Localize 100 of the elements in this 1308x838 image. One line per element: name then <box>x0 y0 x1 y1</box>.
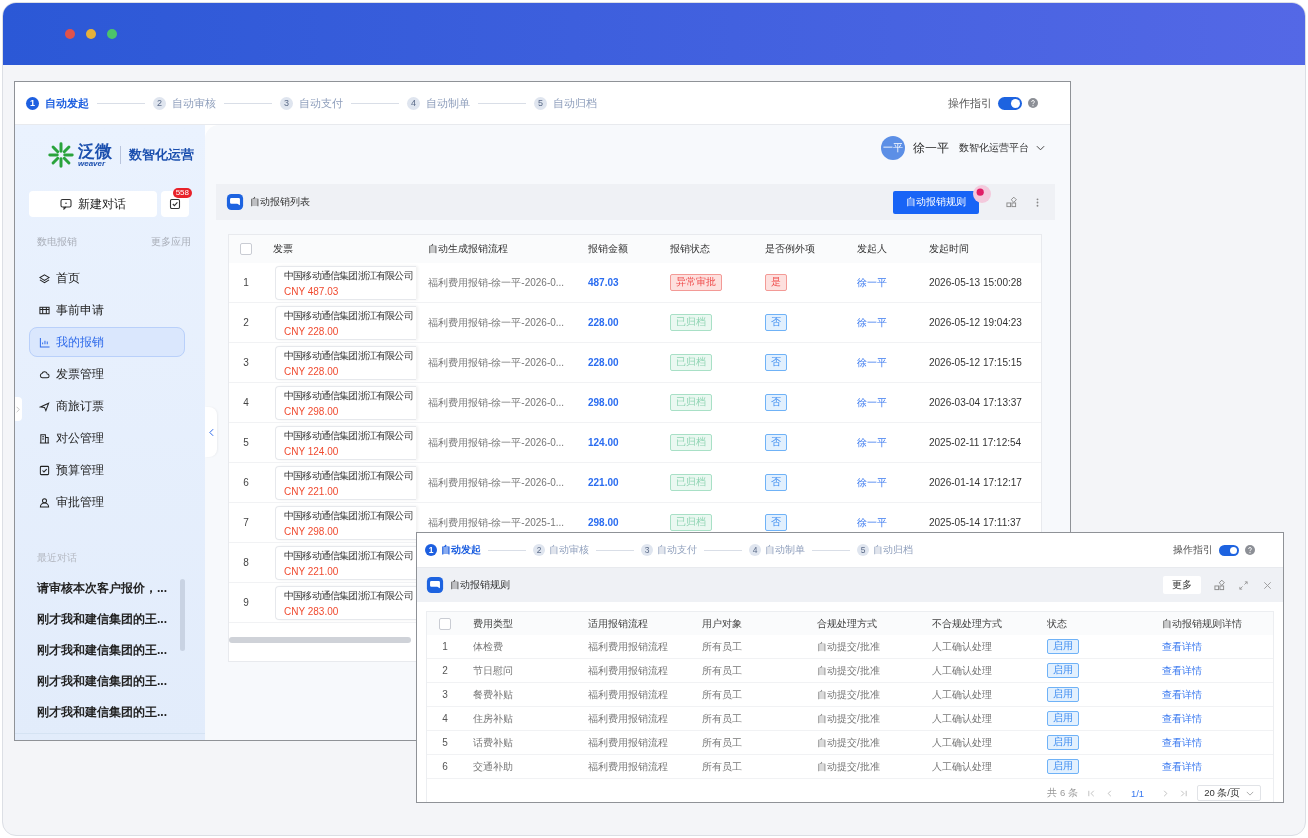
row-number: 1 <box>441 641 449 652</box>
status-tag: 已归档 <box>670 394 712 411</box>
invoice-card[interactable]: 中国移动通信集团浙江有限公司 CNY 124.00 <box>275 425 416 460</box>
expand-tab[interactable] <box>15 397 22 421</box>
invoice-card[interactable]: 中国移动通信集团浙江有限公司 CNY 298.00 <box>275 505 416 540</box>
guide-toggle[interactable] <box>998 96 1022 110</box>
previous-page-icon[interactable] <box>1104 788 1114 798</box>
step-item[interactable]: 1 自动发起 <box>425 543 481 557</box>
detail-link[interactable]: 查看详情 <box>1152 639 1272 654</box>
detail-link[interactable]: 查看详情 <box>1152 687 1272 702</box>
scrollbar[interactable] <box>229 637 411 643</box>
initiator-link[interactable]: 徐一平 <box>857 516 887 528</box>
row-number: 2 <box>242 317 250 328</box>
person-icon <box>39 496 50 508</box>
invoice-card[interactable]: 中国移动通信集团浙江有限公司 CNY 298.00 <box>275 385 416 420</box>
collapse-tab[interactable] <box>205 407 217 457</box>
rules-button[interactable]: 自动报销规则 <box>893 190 979 214</box>
nav-item[interactable]: 发票管理 <box>29 359 185 389</box>
guide-toggle[interactable] <box>1219 544 1239 556</box>
close-icon[interactable] <box>1262 579 1273 591</box>
step-item[interactable]: 4 自动制单 <box>407 95 470 111</box>
column-header: 发票 <box>272 242 294 256</box>
step-item[interactable]: 5 自动归档 <box>534 95 597 111</box>
initiator-link[interactable]: 徐一平 <box>857 436 887 448</box>
column-header: 发起时间 <box>928 242 970 256</box>
amount-link[interactable]: 228.00 <box>588 317 619 328</box>
task-icon <box>169 198 181 210</box>
detail-link[interactable]: 查看详情 <box>1152 759 1272 774</box>
amount-link[interactable]: 298.00 <box>588 517 619 528</box>
table-cell-text: 福利费用报销流程 <box>587 639 669 654</box>
step-item[interactable]: 3 自动支付 <box>641 543 697 557</box>
grid-icon[interactable] <box>1006 196 1017 208</box>
amount-link[interactable]: 298.00 <box>588 397 619 408</box>
invoice-amount: CNY 298.00 <box>284 405 340 417</box>
initiator-link[interactable]: 徐一平 <box>857 476 887 488</box>
help-icon[interactable] <box>1028 98 1038 108</box>
column-header: 报销状态 <box>669 242 711 256</box>
company-name: 中国移动通信集团浙江有限公司 <box>284 548 414 563</box>
step-item[interactable]: 2 自动审核 <box>533 543 589 557</box>
step-item[interactable]: 1 自动发起 <box>26 95 89 111</box>
next-page-icon[interactable] <box>1161 788 1171 798</box>
row-number: 8 <box>242 557 250 568</box>
conversation-item[interactable]: 刚才我和建信集团的王... <box>37 610 179 628</box>
invoice-card[interactable]: 中国移动通信集团浙江有限公司 CNY 221.00 <box>275 465 416 500</box>
select-all-checkbox[interactable] <box>439 617 451 630</box>
step-item[interactable]: 4 自动制单 <box>749 543 805 557</box>
row-number: 2 <box>441 665 449 676</box>
nav-item[interactable]: 审批管理 <box>29 487 185 517</box>
user-avatar[interactable]: 一平 <box>881 136 905 160</box>
exception-tag: 否 <box>765 434 787 451</box>
amount-link[interactable]: 124.00 <box>588 437 619 448</box>
detail-link[interactable]: 查看详情 <box>1152 735 1272 750</box>
nav-item[interactable]: 商旅订票 <box>29 391 185 421</box>
scrollbar[interactable] <box>180 579 185 651</box>
first-page-icon[interactable] <box>1086 788 1096 798</box>
company-name: 中国移动通信集团浙江有限公司 <box>284 588 414 603</box>
step-item[interactable]: 5 自动归档 <box>857 543 913 557</box>
conversation-item[interactable]: 刚才我和建信集团的王... <box>37 672 179 690</box>
invoice-card[interactable]: 中国移动通信集团浙江有限公司 CNY 228.00 <box>275 305 416 340</box>
table-cell-text: 人工确认处理 <box>931 711 993 726</box>
detail-link[interactable]: 查看详情 <box>1152 711 1272 726</box>
new-chat-button[interactable]: 新建对话 <box>29 191 157 217</box>
initiator-link[interactable]: 徐一平 <box>857 396 887 408</box>
conversation-item[interactable]: 刚才我和建信集团的王... <box>37 641 179 659</box>
last-page-icon[interactable] <box>1179 788 1189 798</box>
platform-dropdown[interactable]: 数智化运营平台 <box>959 141 1045 155</box>
select-all-checkbox[interactable] <box>240 243 252 255</box>
invoice-card[interactable]: 中国移动通信集团浙江有限公司 CNY 221.00 <box>275 545 416 580</box>
tasks-button[interactable]: 558 <box>161 191 189 217</box>
more-button[interactable]: 更多 <box>1163 576 1201 594</box>
invoice-amount: CNY 221.00 <box>284 565 340 577</box>
invoice-card[interactable]: 中国移动通信集团浙江有限公司 CNY 228.00 <box>275 345 416 380</box>
nav-item[interactable]: 对公管理 <box>29 423 185 453</box>
invoice-card[interactable]: 中国移动通信集团浙江有限公司 CNY 283.00 <box>275 585 416 620</box>
step-item[interactable]: 3 自动支付 <box>280 95 343 111</box>
nav-item[interactable]: 事前申请 <box>29 295 185 325</box>
invoice-card[interactable]: 中国移动通信集团浙江有限公司 CNY 487.03 <box>275 265 416 300</box>
logo-icon <box>47 141 75 169</box>
amount-link[interactable]: 228.00 <box>588 357 619 368</box>
step-item[interactable]: 2 自动审核 <box>153 95 216 111</box>
table-cell-text: 人工确认处理 <box>931 735 993 750</box>
grid-icon[interactable] <box>1214 579 1225 591</box>
row-number: 4 <box>441 713 449 724</box>
amount-link[interactable]: 221.00 <box>588 477 619 488</box>
conversation-item[interactable]: 刚才我和建信集团的王... <box>37 703 179 721</box>
initiator-link[interactable]: 徐一平 <box>857 356 887 368</box>
initiator-link[interactable]: 徐一平 <box>857 316 887 328</box>
column-header: 报销金额 <box>587 242 629 256</box>
initiator-link[interactable]: 徐一平 <box>857 276 887 288</box>
help-icon[interactable] <box>1245 545 1255 555</box>
amount-link[interactable]: 487.03 <box>588 277 619 288</box>
conversation-item[interactable]: 请审核本次客户报价，... <box>37 579 179 597</box>
table-cell-text: 福利费用报销流程 <box>587 735 669 750</box>
page-size-select[interactable]: 20 条/页 <box>1197 785 1261 801</box>
nav-item[interactable]: 预算管理 <box>29 455 185 485</box>
logo-subtext: weaver <box>78 159 106 168</box>
expand-icon[interactable] <box>1238 579 1249 591</box>
detail-link[interactable]: 查看详情 <box>1152 663 1272 678</box>
nav-item[interactable]: 首页 <box>29 263 185 293</box>
nav-item[interactable]: 我的报销 <box>29 327 185 357</box>
